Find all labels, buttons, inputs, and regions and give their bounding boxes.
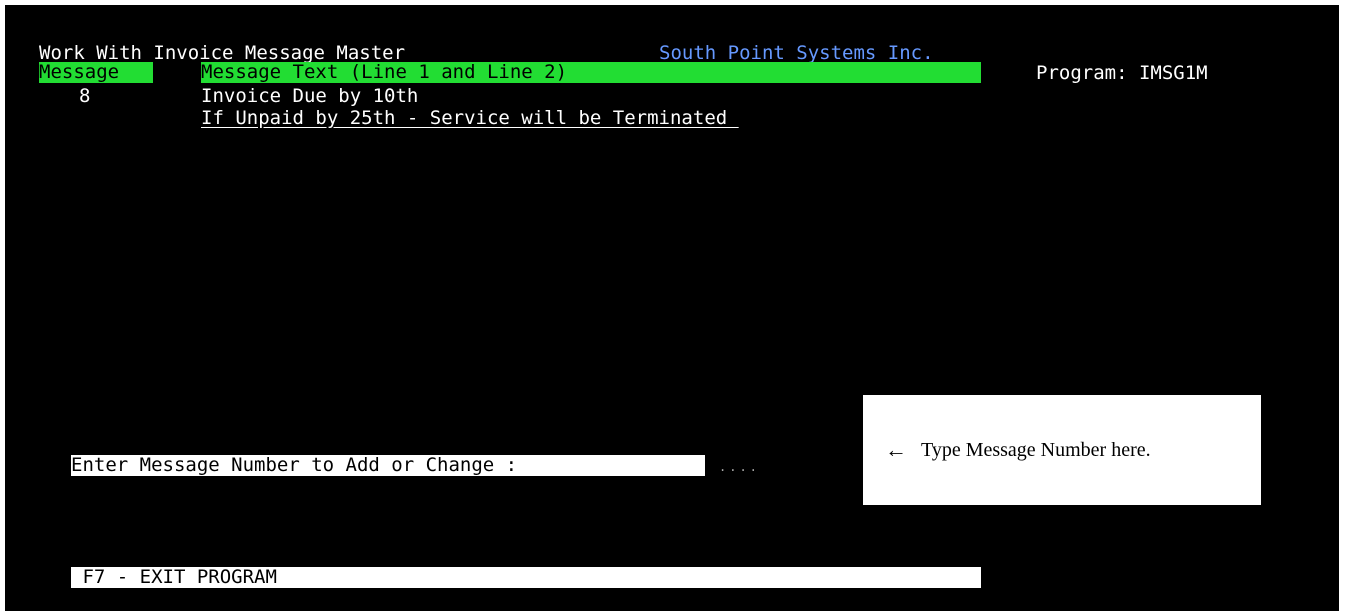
screen-title: Work With Invoice Message Master bbox=[39, 42, 406, 64]
program-name: Program: IMSG1M bbox=[1036, 62, 1208, 84]
f7-exit-key[interactable]: F7 - EXIT PROGRAM bbox=[71, 567, 981, 588]
terminal-screen: Work With Invoice Message Master South P… bbox=[5, 5, 1339, 611]
column-header-text: Message Text (Line 1 and Line 2) bbox=[201, 62, 981, 83]
message-number-input[interactable]: .... bbox=[719, 457, 760, 477]
hint-text: Type Message Number here. bbox=[921, 438, 1151, 461]
hint-callout: ← Type Message Number here. bbox=[863, 395, 1261, 505]
company-name: South Point Systems Inc. bbox=[659, 42, 934, 64]
column-header-message: Message bbox=[39, 62, 153, 83]
message-number: 8 bbox=[79, 85, 91, 107]
message-line-2[interactable]: If Unpaid by 25th - Service will be Term… bbox=[201, 108, 739, 128]
prompt-label: Enter Message Number to Add or Change : bbox=[71, 455, 705, 476]
arrow-left-icon: ← bbox=[885, 437, 907, 462]
message-line-1[interactable]: Invoice Due by 10th bbox=[201, 86, 418, 106]
